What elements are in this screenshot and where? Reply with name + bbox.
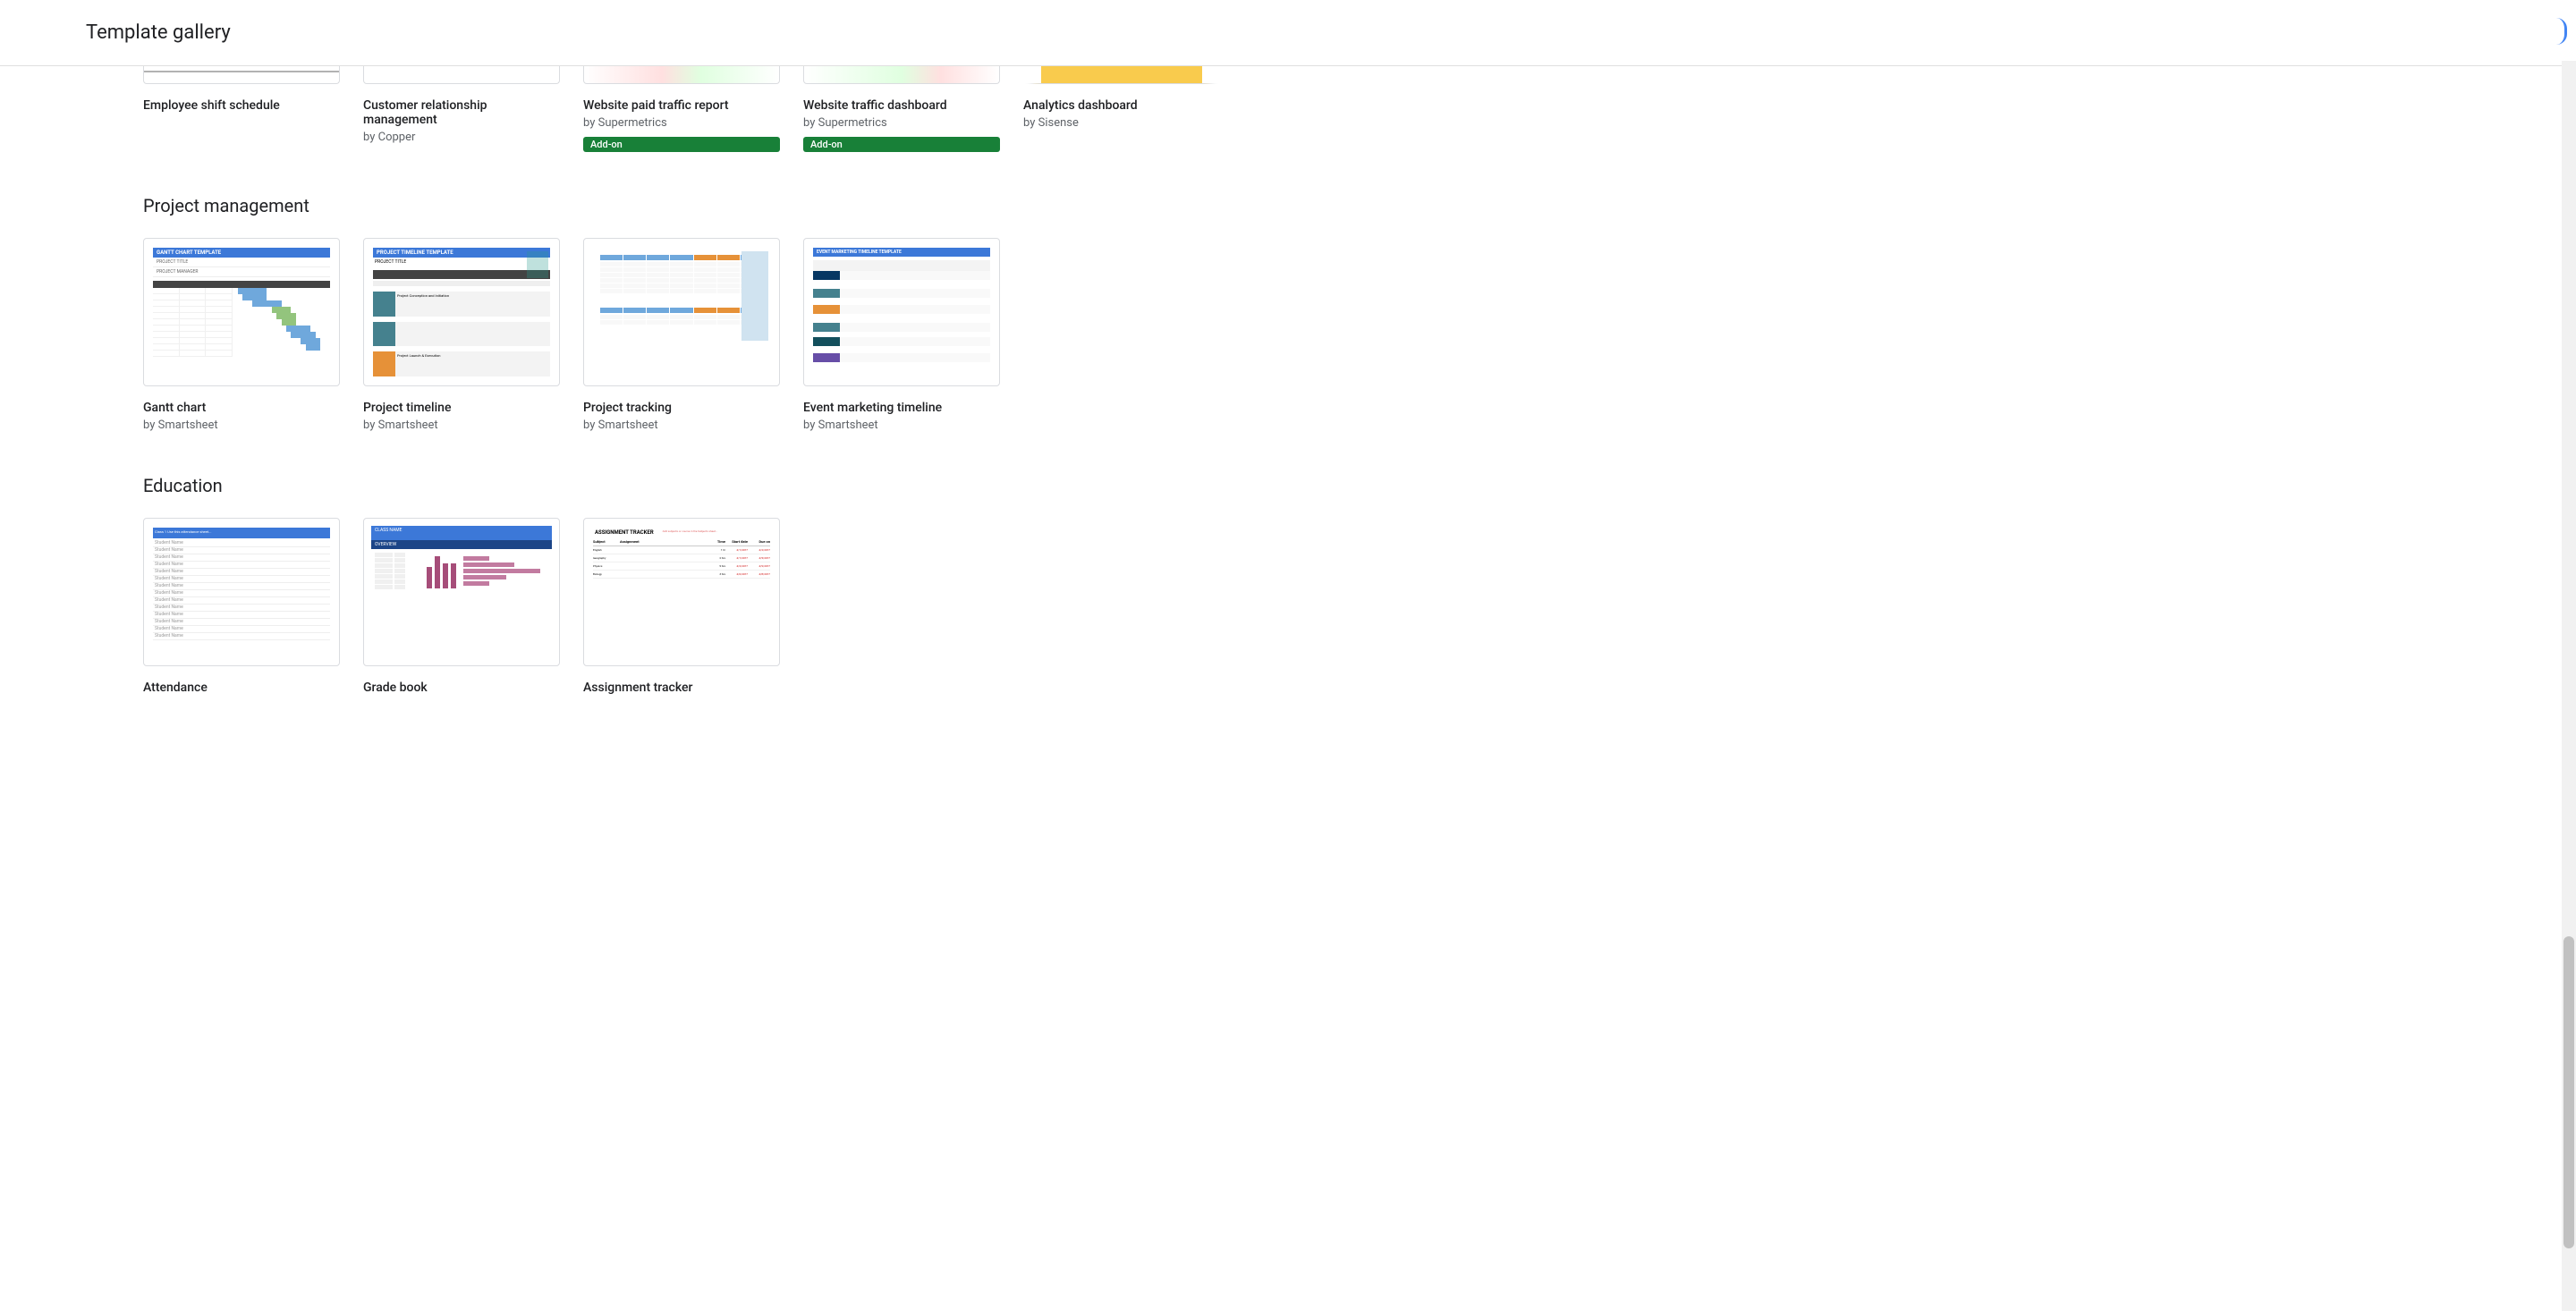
template-thumbnail-project-tracking[interactable] [583, 238, 780, 386]
scrollbar-thumb[interactable] [2563, 936, 2574, 1249]
template-thumbnail[interactable] [363, 66, 560, 84]
template-card: Customer relationship management by Copp… [363, 66, 560, 152]
template-title: Analytics dashboard [1023, 98, 1220, 113]
template-card: ASSIGNMENT TRACKER Add subjects or cours… [583, 518, 780, 695]
thumb-subheader: OVERVIEW [371, 540, 552, 549]
template-thumbnail-gantt[interactable]: GANTT CHART TEMPLATE PROJECT TITLE PROJE… [143, 238, 340, 386]
template-author: by Smartsheet [363, 419, 560, 432]
template-card: Class 1 Use this attendance sheet... Stu… [143, 518, 340, 695]
template-title: Project timeline [363, 401, 560, 415]
template-card: Website traffic dashboard by Supermetric… [803, 66, 1000, 152]
education-row: Class 1 Use this attendance sheet... Stu… [143, 518, 2490, 695]
template-thumbnail-event-marketing[interactable]: EVENT MARKETING TIMELINE TEMPLATE [803, 238, 1000, 386]
template-title: Gantt chart [143, 401, 340, 415]
author-link[interactable]: Smartsheet [158, 419, 218, 432]
template-thumbnail[interactable] [1023, 66, 1220, 84]
template-card: Project tracking by Smartsheet [583, 238, 780, 432]
template-card: Employee shift schedule [143, 66, 340, 152]
template-thumbnail[interactable] [583, 66, 780, 84]
template-card: EVENT MARKETING TIMELINE TEMPLATE Event … [803, 238, 1000, 432]
top-templates-row: Employee shift schedule Customer relatio… [143, 66, 2490, 152]
author-link[interactable]: Smartsheet [598, 419, 658, 432]
template-title: Grade book [363, 681, 560, 695]
template-thumbnail[interactable] [143, 66, 340, 84]
thumb-header: ASSIGNMENT TRACKER [595, 529, 654, 536]
template-title: Attendance [143, 681, 340, 695]
template-card: GANTT CHART TEMPLATE PROJECT TITLE PROJE… [143, 238, 340, 432]
author-link[interactable]: Smartsheet [378, 419, 438, 432]
template-thumbnail-attendance[interactable]: Class 1 Use this attendance sheet... Stu… [143, 518, 340, 666]
author-link[interactable]: Copper [378, 131, 416, 144]
template-card: Website paid traffic report by Supermetr… [583, 66, 780, 152]
template-title: Customer relationship management [363, 98, 560, 127]
template-title: Website paid traffic report [583, 98, 780, 113]
page-header: Template gallery [0, 0, 2576, 66]
scrollbar[interactable] [2562, 61, 2576, 1311]
author-link[interactable]: Supermetrics [598, 116, 667, 130]
template-card: CLASS NAME OVERVIEW [363, 518, 560, 695]
project-management-row: GANTT CHART TEMPLATE PROJECT TITLE PROJE… [143, 238, 2490, 432]
section-title-project-management: Project management [143, 195, 2490, 216]
template-title: Event marketing timeline [803, 401, 1000, 415]
close-icon[interactable] [2549, 18, 2567, 45]
content-area: Employee shift schedule Customer relatio… [0, 66, 2576, 731]
thumb-header: GANTT CHART TEMPLATE [153, 248, 330, 258]
template-card: PROJECT TIMELINE TEMPLATE PROJECT TITLE … [363, 238, 560, 432]
template-title: Assignment tracker [583, 681, 780, 695]
template-thumbnail-project-timeline[interactable]: PROJECT TIMELINE TEMPLATE PROJECT TITLE … [363, 238, 560, 386]
author-link[interactable]: Smartsheet [818, 419, 878, 432]
addon-badge: Add-on [803, 137, 1000, 152]
template-title: Website traffic dashboard [803, 98, 1000, 113]
thumb-header: EVENT MARKETING TIMELINE TEMPLATE [813, 248, 990, 257]
template-title: Employee shift schedule [143, 98, 340, 113]
template-author: by Smartsheet [583, 419, 780, 432]
template-thumbnail-gradebook[interactable]: CLASS NAME OVERVIEW [363, 518, 560, 666]
author-link[interactable]: Supermetrics [818, 116, 887, 130]
thumb-header: PROJECT TIMELINE TEMPLATE [373, 248, 550, 258]
template-thumbnail-assignment[interactable]: ASSIGNMENT TRACKER Add subjects or cours… [583, 518, 780, 666]
template-author: by Smartsheet [803, 419, 1000, 432]
template-thumbnail[interactable] [803, 66, 1000, 84]
section-title-education: Education [143, 475, 2490, 496]
template-title: Project tracking [583, 401, 780, 415]
page-title: Template gallery [86, 21, 231, 44]
template-author: by Supermetrics [803, 116, 1000, 130]
template-author: by Supermetrics [583, 116, 780, 130]
template-author: by Copper [363, 131, 560, 144]
addon-badge: Add-on [583, 137, 780, 152]
template-author: by Sisense [1023, 116, 1220, 130]
author-link[interactable]: Sisense [1038, 116, 1079, 130]
template-author: by Smartsheet [143, 419, 340, 432]
template-card: Analytics dashboard by Sisense [1023, 66, 1220, 152]
